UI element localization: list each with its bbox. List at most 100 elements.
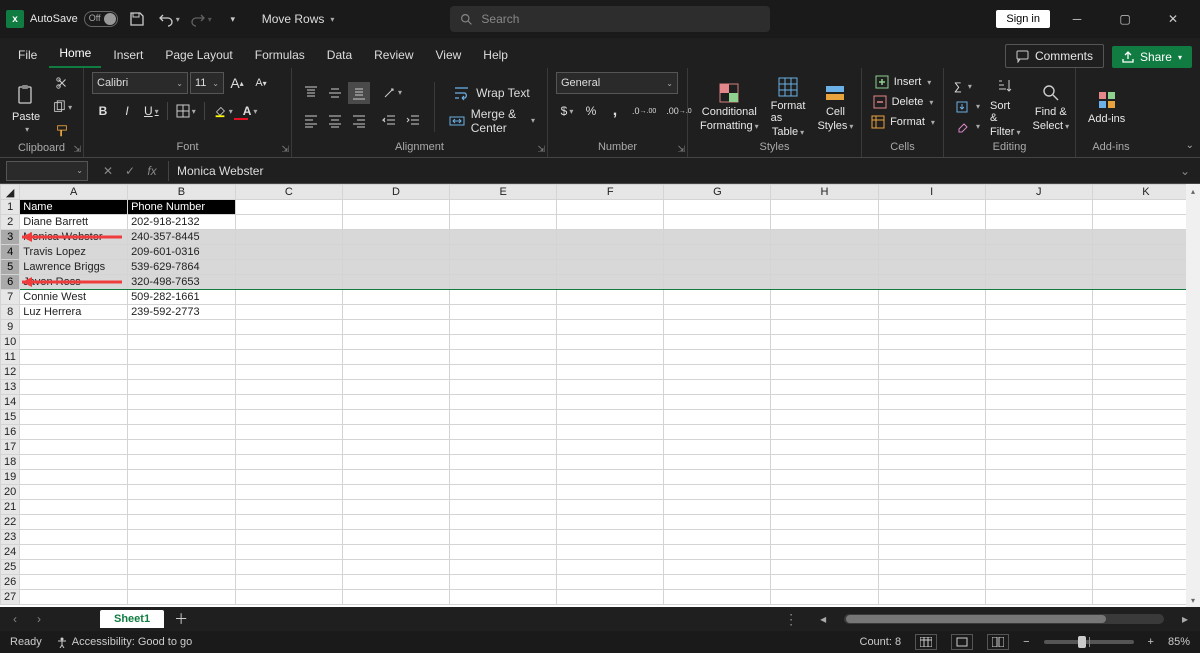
cell-J19[interactable] [985, 470, 1092, 485]
cell-A26[interactable] [20, 575, 128, 590]
row-header-21[interactable]: 21 [1, 500, 20, 515]
cut-icon[interactable] [48, 72, 76, 94]
cell-J2[interactable] [985, 215, 1092, 230]
cell-D13[interactable] [342, 380, 449, 395]
cell-G7[interactable] [664, 290, 771, 305]
row-header-7[interactable]: 7 [1, 290, 20, 305]
tab-data[interactable]: Data [317, 42, 362, 68]
cell-styles-button[interactable]: Cell Styles▾ [813, 82, 857, 132]
cell-I26[interactable] [878, 575, 985, 590]
format-cells-button[interactable]: Format▾ [868, 112, 937, 132]
cell-F20[interactable] [557, 485, 664, 500]
find-select-button[interactable]: Find & Select▾ [1028, 82, 1073, 132]
cell-D19[interactable] [342, 470, 449, 485]
cell-I21[interactable] [878, 500, 985, 515]
cell-A9[interactable] [20, 320, 128, 335]
cell-C5[interactable] [235, 260, 342, 275]
cell-B26[interactable] [128, 575, 236, 590]
cell-I5[interactable] [878, 260, 985, 275]
cell-K15[interactable] [1092, 410, 1199, 425]
cell-J12[interactable] [985, 365, 1092, 380]
number-format-select[interactable]: General⌄ [556, 72, 678, 94]
add-sheet-button[interactable]: ＋ [170, 609, 192, 629]
cell-H1[interactable] [771, 200, 878, 215]
delete-cells-button[interactable]: Delete▾ [870, 92, 936, 112]
clear-button[interactable]: ▾ [952, 117, 982, 137]
cell-J22[interactable] [985, 515, 1092, 530]
cell-A10[interactable] [20, 335, 128, 350]
cell-A13[interactable] [20, 380, 128, 395]
cell-C9[interactable] [235, 320, 342, 335]
cell-C17[interactable] [235, 440, 342, 455]
cell-I3[interactable] [878, 230, 985, 245]
bold-button[interactable]: B [92, 100, 114, 122]
cell-D8[interactable] [342, 305, 449, 320]
cell-F9[interactable] [557, 320, 664, 335]
row-header-12[interactable]: 12 [1, 365, 20, 380]
cell-H8[interactable] [771, 305, 878, 320]
row-header-14[interactable]: 14 [1, 395, 20, 410]
cell-E7[interactable] [450, 290, 557, 305]
sort-filter-button[interactable]: Sort & Filter▾ [986, 76, 1024, 138]
view-page-break-icon[interactable] [987, 634, 1009, 650]
cell-D3[interactable] [342, 230, 449, 245]
row-header-10[interactable]: 10 [1, 335, 20, 350]
cell-C1[interactable] [235, 200, 342, 215]
row-header-4[interactable]: 4 [1, 245, 20, 260]
cell-B23[interactable] [128, 530, 236, 545]
cell-A23[interactable] [20, 530, 128, 545]
cell-H7[interactable] [771, 290, 878, 305]
cell-F22[interactable] [557, 515, 664, 530]
cell-B17[interactable] [128, 440, 236, 455]
zoom-level[interactable]: 85% [1168, 636, 1190, 648]
autosave-toggle[interactable]: Off [84, 11, 118, 27]
cell-H10[interactable] [771, 335, 878, 350]
cell-C22[interactable] [235, 515, 342, 530]
cell-G5[interactable] [664, 260, 771, 275]
enter-formula-icon[interactable]: ✓ [120, 161, 140, 181]
cell-A14[interactable] [20, 395, 128, 410]
cell-K27[interactable] [1092, 590, 1199, 605]
cell-G6[interactable] [664, 275, 771, 290]
cell-C13[interactable] [235, 380, 342, 395]
row-header-19[interactable]: 19 [1, 470, 20, 485]
cell-G13[interactable] [664, 380, 771, 395]
cell-J15[interactable] [985, 410, 1092, 425]
cell-H19[interactable] [771, 470, 878, 485]
cell-G27[interactable] [664, 590, 771, 605]
cell-F18[interactable] [557, 455, 664, 470]
cell-G24[interactable] [664, 545, 771, 560]
cell-E22[interactable] [450, 515, 557, 530]
decrease-indent-icon[interactable] [378, 110, 400, 132]
cell-E9[interactable] [450, 320, 557, 335]
format-painter-icon[interactable] [48, 120, 76, 142]
cell-A19[interactable] [20, 470, 128, 485]
tab-file[interactable]: File [8, 42, 47, 68]
sheet-nav-next[interactable]: › [30, 612, 48, 626]
cell-C3[interactable] [235, 230, 342, 245]
cell-F21[interactable] [557, 500, 664, 515]
cell-B24[interactable] [128, 545, 236, 560]
cell-B9[interactable] [128, 320, 236, 335]
row-header-25[interactable]: 25 [1, 560, 20, 575]
cell-I18[interactable] [878, 455, 985, 470]
cell-J23[interactable] [985, 530, 1092, 545]
cell-K2[interactable] [1092, 215, 1199, 230]
cell-I4[interactable] [878, 245, 985, 260]
cell-I8[interactable] [878, 305, 985, 320]
column-header-C[interactable]: C [235, 185, 342, 200]
cell-B12[interactable] [128, 365, 236, 380]
borders-icon[interactable]: ▾ [172, 100, 200, 122]
cell-C23[interactable] [235, 530, 342, 545]
cell-G15[interactable] [664, 410, 771, 425]
cell-K22[interactable] [1092, 515, 1199, 530]
row-header-3[interactable]: 3 [1, 230, 20, 245]
cell-K23[interactable] [1092, 530, 1199, 545]
undo-icon[interactable]: ▾ [156, 6, 182, 32]
tab-review[interactable]: Review [364, 42, 423, 68]
cell-G11[interactable] [664, 350, 771, 365]
sheet-tab-sheet1[interactable]: Sheet1 [100, 610, 164, 628]
cell-I1[interactable] [878, 200, 985, 215]
cell-C7[interactable] [235, 290, 342, 305]
cell-C11[interactable] [235, 350, 342, 365]
